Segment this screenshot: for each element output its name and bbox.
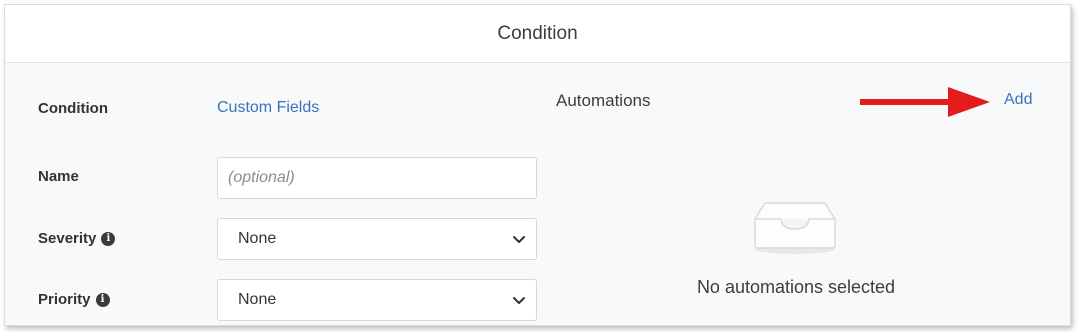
condition-panel: Condition Condition Custom Fields Name S… xyxy=(4,4,1071,326)
condition-label: Condition xyxy=(38,100,108,117)
name-label: Name xyxy=(38,168,79,185)
info-icon[interactable]: i xyxy=(101,231,116,246)
severity-select[interactable]: None xyxy=(217,218,537,260)
panel-title: Condition xyxy=(497,22,578,44)
add-automation-link[interactable]: Add xyxy=(1004,91,1032,109)
empty-state-message: No automations selected xyxy=(696,277,896,297)
info-icon[interactable]: i xyxy=(95,292,110,307)
name-field-wrapper xyxy=(217,157,537,199)
automations-title: Automations xyxy=(556,91,651,110)
priority-selected-value: None xyxy=(238,291,277,308)
severity-selected-value: None xyxy=(238,230,277,247)
severity-label: Severity i xyxy=(38,230,116,247)
inbox-tray-icon xyxy=(754,202,836,254)
priority-label: Priority i xyxy=(38,291,110,308)
name-input[interactable] xyxy=(228,158,536,198)
red-arrow-icon xyxy=(860,87,990,117)
panel-header: Condition xyxy=(5,5,1070,63)
chevron-down-icon xyxy=(513,236,525,243)
condition-custom-fields-link[interactable]: Custom Fields xyxy=(217,99,319,117)
chevron-down-icon xyxy=(513,297,525,304)
priority-select[interactable]: None xyxy=(217,279,537,321)
